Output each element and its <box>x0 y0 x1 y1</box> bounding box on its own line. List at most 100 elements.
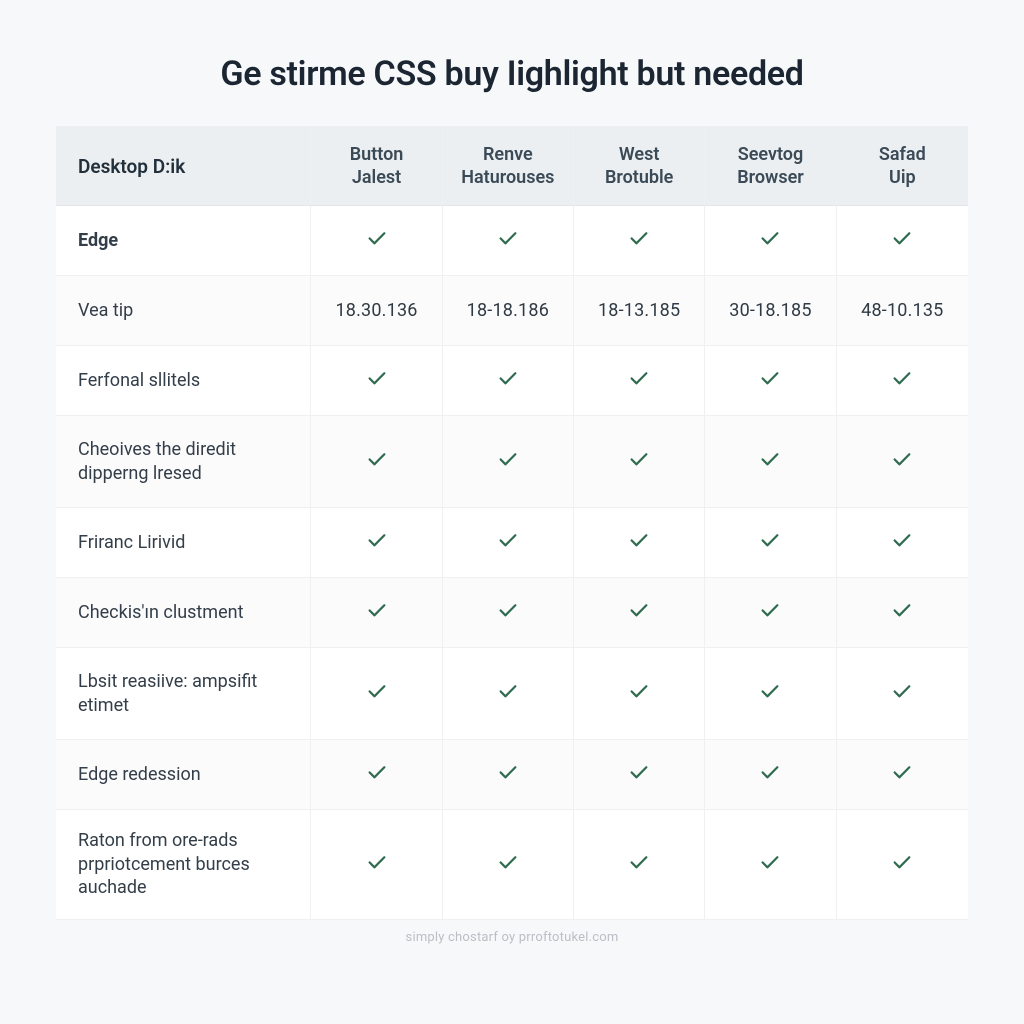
feature-cell: Edge <box>56 206 311 276</box>
feature-cell: Friranc Lirivid <box>56 508 311 578</box>
header-col-3: Seevtog Browser <box>705 126 836 206</box>
header-col-1-line2: Haturouses <box>453 167 563 190</box>
check-icon <box>628 448 650 470</box>
header-col-1: Renve Haturouses <box>443 126 574 206</box>
data-cell <box>443 578 574 648</box>
data-cell <box>311 578 442 648</box>
check-icon <box>759 367 781 389</box>
feature-label: Checkis'ın clustment <box>78 601 292 624</box>
data-cell <box>837 740 968 810</box>
feature-cell: Ferfonal sllitels <box>56 346 311 416</box>
data-cell <box>443 648 574 740</box>
feature-label: Edge redession <box>78 763 292 786</box>
header-col-3-line1: Seevtog <box>738 144 804 165</box>
table-row: Raton from ore-rads prpriotcement burces… <box>56 810 968 920</box>
check-icon <box>759 680 781 702</box>
table-row: Ferfonal sllitels <box>56 346 968 416</box>
check-icon <box>366 680 388 702</box>
check-icon <box>759 448 781 470</box>
feature-cell: Cheoives the diredit dipperng lresed <box>56 416 311 508</box>
data-cell <box>837 416 968 508</box>
check-icon <box>497 680 519 702</box>
feature-cell: Vea tip <box>56 276 311 346</box>
header-col-2-line2: Brotuble <box>584 167 694 190</box>
header-col-1-line1: Renve <box>483 144 533 165</box>
data-cell <box>705 578 836 648</box>
data-cell <box>311 206 442 276</box>
table-body: EdgeVea tip18.30.13618-18.18618-13.18530… <box>56 206 968 920</box>
data-cell <box>443 206 574 276</box>
check-icon <box>497 367 519 389</box>
header-feature-label: Desktop D:ik <box>78 155 185 178</box>
table-row: Edge redession <box>56 740 968 810</box>
data-cell <box>443 508 574 578</box>
data-cell <box>311 740 442 810</box>
table-row: Cheoives the diredit dipperng lresed <box>56 416 968 508</box>
data-cell <box>837 578 968 648</box>
feature-label: Cheoives the diredit dipperng lresed <box>78 438 292 485</box>
check-icon <box>759 529 781 551</box>
check-icon <box>891 851 913 873</box>
data-cell <box>574 810 705 920</box>
feature-label: Raton from ore-rads prpriotcement burces… <box>78 829 292 899</box>
page-title: Ge stirme CSS buy Iighlight but needed <box>56 54 968 94</box>
header-col-0: Button Jalest <box>311 126 442 206</box>
footer-text: simply chostarf oy prroftotukel.com <box>56 930 968 945</box>
header-col-4-line1: Safad <box>879 144 926 165</box>
data-cell <box>311 648 442 740</box>
check-icon <box>628 761 650 783</box>
data-cell: 18-13.185 <box>574 276 705 346</box>
table-header-row: Desktop D:ik Button Jalest Renve Haturou… <box>56 126 968 206</box>
data-cell <box>837 810 968 920</box>
data-cell <box>443 416 574 508</box>
feature-label: Friranc Lirivid <box>78 531 292 554</box>
header-col-3-line2: Browser <box>715 167 825 190</box>
value-text: 48-10.135 <box>861 300 943 321</box>
feature-cell: Lbsit reasiive: ampsifit etimet <box>56 648 311 740</box>
data-cell <box>837 346 968 416</box>
check-icon <box>891 367 913 389</box>
data-cell <box>443 346 574 416</box>
data-cell <box>705 346 836 416</box>
header-col-0-line1: Button <box>350 144 404 165</box>
check-icon <box>497 599 519 621</box>
data-cell <box>443 740 574 810</box>
compatibility-table: Desktop D:ik Button Jalest Renve Haturou… <box>56 126 968 920</box>
value-text: 18-18.186 <box>467 300 549 321</box>
data-cell <box>705 508 836 578</box>
check-icon <box>497 227 519 249</box>
check-icon <box>366 448 388 470</box>
feature-cell: Raton from ore-rads prpriotcement burces… <box>56 810 311 920</box>
data-cell <box>574 416 705 508</box>
data-cell <box>574 578 705 648</box>
check-icon <box>759 851 781 873</box>
data-cell <box>705 206 836 276</box>
header-feature: Desktop D:ik <box>56 126 311 206</box>
table-row: Friranc Lirivid <box>56 508 968 578</box>
check-icon <box>366 529 388 551</box>
data-cell <box>311 346 442 416</box>
data-cell <box>443 810 574 920</box>
check-icon <box>759 227 781 249</box>
feature-label: Vea tip <box>78 299 292 322</box>
data-cell <box>837 648 968 740</box>
check-icon <box>759 599 781 621</box>
check-icon <box>366 599 388 621</box>
data-cell <box>311 810 442 920</box>
check-icon <box>628 599 650 621</box>
check-icon <box>628 680 650 702</box>
data-cell <box>705 740 836 810</box>
table-row: Vea tip18.30.13618-18.18618-13.18530-18.… <box>56 276 968 346</box>
page: Ge stirme CSS buy Iighlight but needed D… <box>0 0 1024 1024</box>
header-col-4-line2: Uip <box>847 167 958 190</box>
data-cell <box>311 508 442 578</box>
header-col-2: West Brotuble <box>574 126 705 206</box>
check-icon <box>891 680 913 702</box>
value-text: 18-13.185 <box>598 300 680 321</box>
header-col-2-line1: West <box>619 144 660 165</box>
check-icon <box>891 761 913 783</box>
data-cell <box>311 416 442 508</box>
feature-label: Lbsit reasiive: ampsifit etimet <box>78 670 292 717</box>
check-icon <box>628 851 650 873</box>
data-cell <box>574 648 705 740</box>
